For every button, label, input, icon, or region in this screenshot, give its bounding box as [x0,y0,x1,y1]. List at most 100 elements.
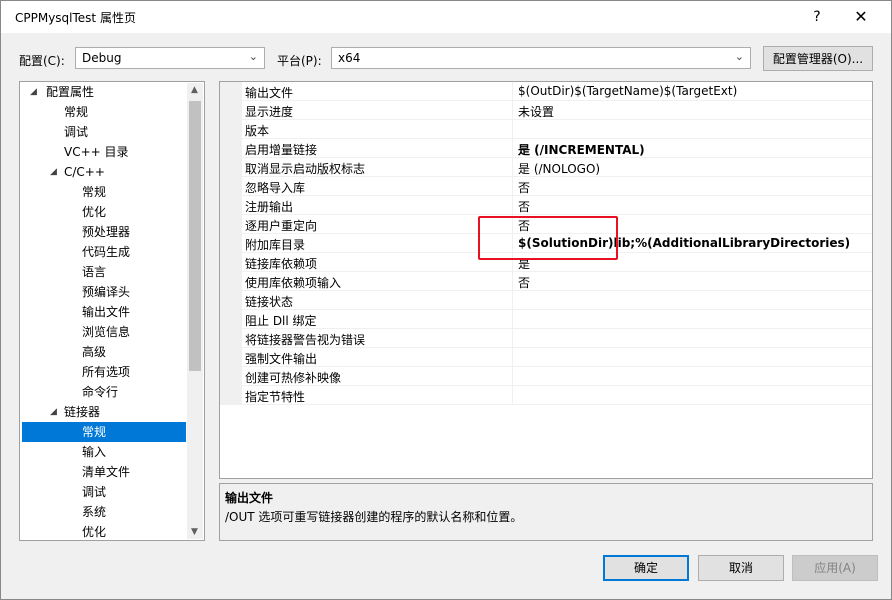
property-row[interactable]: 启用增量链接 是 (/INCREMENTAL) [242,139,872,158]
title-bar: CPPMysqlTest 属性页 ? ✕ [1,1,891,33]
tree-item[interactable]: 调试 [82,482,106,502]
property-name: 链接库依赖项 [245,257,318,271]
property-name: 强制文件输出 [245,352,318,366]
property-name: 指定节特性 [245,390,306,404]
tree-item[interactable]: 所有选项 [82,362,130,382]
property-name: 使用库依赖项输入 [245,276,342,290]
platform-label: 平台(P): [277,54,322,68]
tree-item[interactable]: 常规 [82,182,106,202]
column-divider [512,196,513,215]
close-button[interactable]: ✕ [851,7,871,27]
property-pages-dialog: CPPMysqlTest 属性页 ? ✕ 配置(C): Debug ⌄ 平台(P… [0,0,892,600]
column-divider [512,158,513,177]
tree-item[interactable]: 浏览信息 [82,322,130,342]
property-row[interactable]: 创建可热修补映像 [242,367,872,386]
property-row[interactable]: 忽略导入库 否 [242,177,872,196]
platform-value: x64 [338,51,361,65]
column-divider [512,101,513,120]
expand-arrow-icon[interactable]: ◢ [50,167,57,177]
scroll-down-icon[interactable]: ▼ [191,527,198,537]
column-divider [512,310,513,329]
chevron-down-icon: ⌄ [248,50,258,63]
tree-item[interactable]: 代码生成 [82,242,130,262]
tree-item[interactable]: 常规 [22,422,186,442]
tree-item[interactable]: 预编译头 [82,282,130,302]
tree-item[interactable]: VC++ 目录 [64,142,129,162]
tree-item[interactable]: 输入 [82,442,106,462]
column-divider [512,272,513,291]
property-row[interactable]: 输出文件 $(OutDir)$(TargetName)$(TargetExt) [242,82,872,101]
property-value[interactable]: 是 (/INCREMENTAL) [518,141,645,158]
description-text: /OUT 选项可重写链接器创建的程序的默认名称和位置。 [225,510,523,524]
tree-item[interactable]: 系统 [82,502,106,522]
property-value[interactable]: 否 [518,179,530,196]
property-row[interactable]: 阻止 Dll 绑定 [242,310,872,329]
property-grid: 输出文件 $(OutDir)$(TargetName)$(TargetExt) 显示… [219,81,873,479]
tree-item[interactable]: 调试 [64,122,88,142]
tree-item[interactable]: 常规 [64,102,88,122]
tree-item[interactable]: 预处理器 [82,222,130,242]
scroll-up-icon[interactable]: ▲ [191,85,198,95]
tree-item[interactable]: 配置属性 [46,82,94,102]
property-row[interactable]: 显示进度 未设置 [242,101,872,120]
tree-item[interactable]: 高级 [82,342,106,362]
property-name: 忽略导入库 [245,181,306,195]
tree-scroll-thumb[interactable] [189,101,201,371]
property-row[interactable]: 将链接器警告视为错误 [242,329,872,348]
property-name: 显示进度 [245,105,294,119]
tree-item[interactable]: 命令行 [82,382,118,402]
column-divider [512,329,513,348]
column-divider [512,139,513,158]
window-title: CPPMysqlTest 属性页 [15,11,136,25]
property-name: 将链接器警告视为错误 [245,333,366,347]
description-panel: 输出文件 /OUT 选项可重写链接器创建的程序的默认名称和位置。 [219,483,873,541]
property-row[interactable]: 版本 [242,120,872,139]
property-row[interactable]: 强制文件输出 [242,348,872,367]
column-divider [512,367,513,386]
expand-arrow-icon[interactable]: ◢ [50,407,57,417]
property-tree: ◢ ◢ ◢ 配置属性 常规 调试 VC++ 目录 C/C++ 常规 优化 预处理器 代码生成 语言… [19,81,205,541]
expand-arrow-icon[interactable]: ◢ [30,87,37,97]
property-name: 注册输出 [245,200,294,214]
description-title: 输出文件 [225,491,274,505]
grid-gutter [220,82,242,405]
config-dropdown[interactable]: Debug ⌄ [75,47,265,69]
platform-dropdown[interactable]: x64 ⌄ [331,47,751,69]
property-value[interactable]: $(OutDir)$(TargetName)$(TargetExt) [518,84,737,98]
property-row[interactable]: 指定节特性 [242,386,872,405]
property-row[interactable]: 取消显示启动版权标志 是 (/NOLOGO) [242,158,872,177]
property-name: 版本 [245,124,270,138]
column-divider [512,177,513,196]
property-value[interactable]: 否 [518,274,530,291]
property-value[interactable]: 未设置 [518,103,554,120]
property-row[interactable]: 注册输出 否 [242,196,872,215]
tree-item[interactable]: 优化 [82,522,106,540]
config-label: 配置(C): [19,54,65,68]
tree-item[interactable]: 输出文件 [82,302,130,322]
property-name: 阻止 Dll 绑定 [245,314,317,328]
config-manager-button[interactable]: 配置管理器(O)... [763,46,873,71]
property-name: 逐用户重定向 [245,219,318,233]
property-name: 附加库目录 [245,238,306,252]
apply-button[interactable]: 应用(A) [792,555,878,581]
column-divider [512,82,513,101]
cancel-button[interactable]: 取消 [698,555,784,581]
tree-item[interactable]: 语言 [82,262,106,282]
property-value[interactable]: 是 (/NOLOGO) [518,160,600,177]
tree-item[interactable]: 链接器 [64,402,100,422]
column-divider [512,120,513,139]
property-row[interactable]: 链接状态 [242,291,872,310]
property-row[interactable]: 使用库依赖项输入 否 [242,272,872,291]
tree-item[interactable]: 优化 [82,202,106,222]
chevron-down-icon: ⌄ [734,50,744,63]
property-value[interactable]: 否 [518,198,530,215]
property-name: 创建可热修补映像 [245,371,342,385]
property-name: 链接状态 [245,295,294,309]
config-value: Debug [82,51,122,65]
property-name: 取消显示启动版权标志 [245,162,366,176]
tree-item[interactable]: C/C++ [64,162,105,182]
tree-item[interactable]: 清单文件 [82,462,130,482]
ok-button[interactable]: 确定 [603,555,689,581]
help-button[interactable]: ? [807,7,827,27]
column-divider [512,386,513,405]
